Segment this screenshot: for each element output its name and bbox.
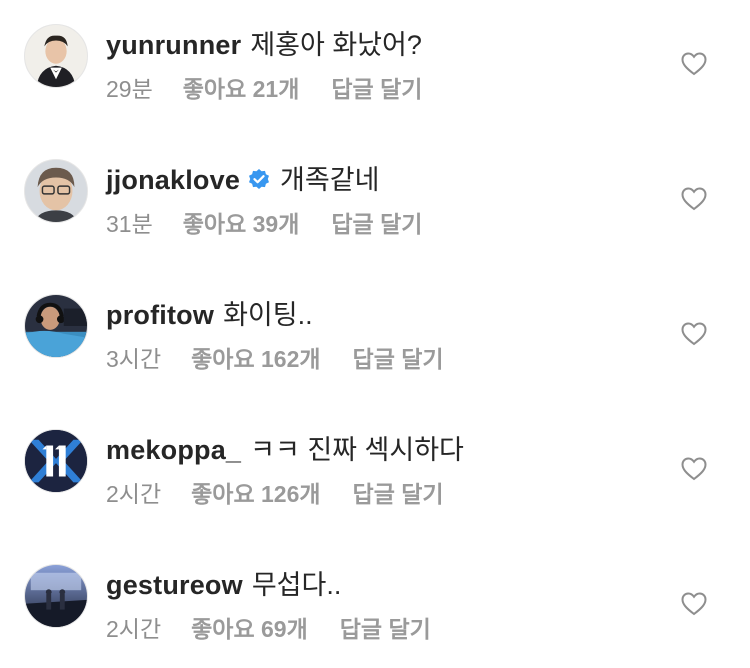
comment-item: mekoppa_ ㅋㅋ 진짜 섹시하다 2시간 좋아요 126개 답글 달기: [0, 405, 750, 533]
avatar[interactable]: [24, 564, 88, 628]
avatar[interactable]: [24, 294, 88, 358]
comment-text: 화이팅..: [223, 300, 313, 330]
likes-count[interactable]: 좋아요 162개: [191, 345, 320, 373]
comment-line: mekoppa_ ㅋㅋ 진짜 섹시하다: [106, 433, 464, 467]
verified-badge-icon: [249, 169, 270, 189]
timestamp: 2시간: [106, 481, 162, 507]
comment-item: gestureow 무섭다.. 2시간 좋아요 69개 답글 달기: [0, 540, 750, 668]
username[interactable]: yunrunner: [106, 28, 241, 62]
avatar[interactable]: [24, 159, 88, 223]
comment-line: profitow 화이팅..: [106, 298, 313, 332]
reply-button[interactable]: 답글 달기: [331, 75, 422, 103]
comment-item: jjonaklove 개족같네 31분 좋아요 39개 답글 달기: [0, 135, 750, 263]
comment-meta: 3시간 좋아요 162개 답글 달기: [106, 345, 444, 373]
comment-text: 무섭다..: [251, 570, 342, 600]
username[interactable]: gestureow: [106, 568, 243, 602]
avatar[interactable]: [24, 24, 88, 88]
likes-count[interactable]: 좋아요 126개: [191, 480, 320, 508]
heart-icon[interactable]: [681, 187, 707, 211]
username[interactable]: profitow: [106, 298, 214, 332]
timestamp: 3시간: [106, 346, 162, 372]
comment-text: 개족같네: [280, 165, 380, 195]
username[interactable]: mekoppa_: [106, 433, 241, 467]
comment-meta: 2시간 좋아요 126개 답글 달기: [106, 480, 444, 508]
comment-meta: 31분 좋아요 39개 답글 달기: [106, 210, 422, 238]
comment-line: yunrunner 제홍아 화났어?: [106, 28, 422, 62]
heart-icon[interactable]: [681, 592, 707, 616]
likes-count[interactable]: 좋아요 21개: [183, 75, 300, 103]
username[interactable]: jjonaklove: [106, 163, 240, 197]
timestamp: 29분: [106, 76, 153, 102]
avatar[interactable]: [24, 429, 88, 493]
comment-item: profitow 화이팅.. 3시간 좋아요 162개 답글 달기: [0, 270, 750, 398]
reply-button[interactable]: 답글 달기: [340, 615, 431, 643]
heart-icon[interactable]: [681, 52, 707, 76]
heart-icon[interactable]: [681, 457, 707, 481]
timestamp: 31분: [106, 211, 153, 237]
likes-count[interactable]: 좋아요 39개: [183, 210, 300, 238]
comment-meta: 29분 좋아요 21개 답글 달기: [106, 75, 422, 103]
comment-item: yunrunner 제홍아 화났어? 29분 좋아요 21개 답글 달기: [0, 0, 750, 128]
likes-count[interactable]: 좋아요 69개: [191, 615, 308, 643]
comment-text: ㅋㅋ 진짜 섹시하다: [250, 435, 464, 465]
comment-line: jjonaklove 개족같네: [106, 163, 379, 197]
comment-line: gestureow 무섭다..: [106, 568, 341, 602]
reply-button[interactable]: 답글 달기: [353, 345, 444, 373]
timestamp: 2시간: [106, 616, 162, 642]
reply-button[interactable]: 답글 달기: [353, 480, 444, 508]
comment-text: 제홍아 화났어?: [250, 30, 422, 60]
comment-meta: 2시간 좋아요 69개 답글 달기: [106, 615, 431, 643]
heart-icon[interactable]: [681, 322, 707, 346]
reply-button[interactable]: 답글 달기: [331, 210, 422, 238]
